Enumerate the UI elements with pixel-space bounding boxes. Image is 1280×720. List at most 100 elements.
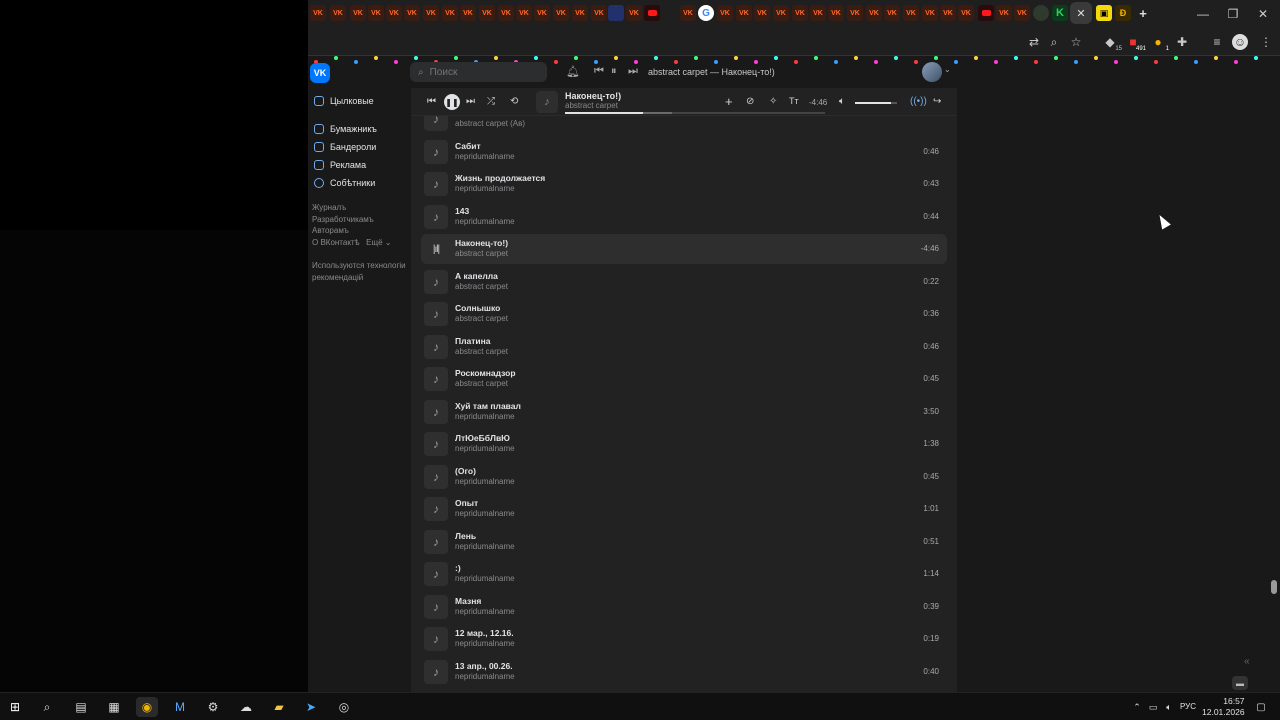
tab-vk[interactable]: VK [591,5,607,21]
extension-icon[interactable]: ◆ 15 [1102,34,1122,52]
tab-vk[interactable]: VK [626,5,642,21]
tab-youtube[interactable] [978,5,994,21]
tab-vk[interactable]: VK [1014,5,1030,21]
minimize-icon[interactable]: — [1188,4,1218,24]
track-title[interactable]: Солнышко [455,303,500,313]
progress-bar[interactable] [565,112,825,114]
track-row[interactable]: ♪ 12 мар., 12.16. nepridumalname 0:19 [421,624,947,654]
track-artist[interactable]: nepridumalname [455,184,515,193]
track-artist[interactable]: nepridumalname [455,217,515,226]
tab-grid[interactable] [608,5,624,21]
puzzle-icon[interactable]: ✚ [1174,34,1190,50]
track-artist[interactable]: abstract carpet (Ав) [455,119,525,128]
sparkle-icon[interactable]: ✧ [769,96,777,107]
track-title[interactable]: 13 апр., 00.26. [455,661,513,671]
window-close-icon[interactable]: ✕ [1248,4,1278,24]
pause-button[interactable]: ❚❚ [444,94,460,110]
tab-orange[interactable]: Ð [1115,5,1131,21]
track-artist[interactable]: nepridumalname [455,542,515,551]
track-artist[interactable]: nepridumalname [455,672,515,681]
track-title[interactable]: Сабит [455,141,481,151]
volume-slider[interactable] [855,102,897,104]
notification-icon[interactable]: ▢ [1250,697,1272,717]
music-note-icon[interactable]: ♪ [424,562,448,586]
tab-youtube[interactable] [644,5,660,21]
track-title[interactable]: Мазня [455,596,481,606]
track-artist[interactable]: abstract carpet [455,314,508,323]
music-note-icon[interactable]: ♪ [424,269,448,294]
plus-icon[interactable]: + [1135,5,1151,21]
music-note-icon[interactable]: ♪ [424,204,448,229]
about-link[interactable]: О ВКонтактѣ [312,238,360,247]
track-artist[interactable]: nepridumalname [455,509,515,518]
track-row[interactable]: ♪:) nepridumalname 1:14 [421,559,947,589]
track-title[interactable]: Опыт [455,498,478,508]
previous-icon[interactable]: ⏮︎ [427,96,436,107]
translate-icon[interactable]: ⇄ [1026,34,1042,50]
tab-google[interactable]: G [698,5,714,21]
track-row[interactable]: ♪ 143 nepridumalname 0:44 [421,202,947,232]
tab-vk[interactable]: VK [553,5,569,21]
track-title[interactable]: А капелла [455,271,498,281]
clock[interactable]: 16:57 12.01.2026 [1202,696,1245,718]
track-artist[interactable]: nepridumalname [455,574,515,583]
vk-logo[interactable]: VK [310,63,330,83]
tab-globe[interactable] [1033,5,1049,21]
current-track-artist[interactable]: abstract carpet [565,101,618,110]
track-title[interactable]: Хуй там плавал [455,401,521,411]
extension-icon[interactable]: ● 1 [1150,34,1169,52]
tab-vk[interactable]: VK [940,5,956,21]
tab-vk[interactable]: VK [996,5,1012,21]
track-title[interactable]: Наконец-то!) [455,238,508,248]
track-title[interactable]: ЛтЮеБбЛвЮ [455,433,510,443]
collapse-icon[interactable]: « [1244,656,1250,667]
footer-link[interactable]: Авторамъ [308,225,408,237]
footer-link[interactable]: Журналъ [308,202,408,214]
app-icon[interactable]: ◎ [333,697,355,717]
app-icon[interactable]: M [169,697,191,717]
task-view-icon[interactable]: ▤ [70,697,92,717]
sidebar-item-ads[interactable]: Реклама [308,156,408,174]
profile-icon[interactable]: ☺ [1232,34,1248,50]
telegram-icon[interactable]: ➤ [300,697,322,717]
track-title[interactable]: :) [455,563,461,573]
track-title[interactable]: Лень [455,531,476,541]
music-note-icon[interactable]: ♪ [424,116,448,131]
tab-vk[interactable]: VK [572,5,588,21]
music-note-icon[interactable]: ♪ [424,172,448,196]
bell-icon[interactable]: 🔔︎ [566,65,580,78]
track-title[interactable]: Роскомнадзор [455,368,516,378]
music-note-icon[interactable]: ♪ [424,139,448,164]
tab-vk[interactable]: VK [350,5,366,21]
music-note-icon[interactable]: ♪ [424,497,448,521]
music-note-icon[interactable]: ♪ [424,432,448,456]
start-icon[interactable]: ⊞ [4,697,26,717]
star-icon[interactable]: ☆ [1068,34,1084,50]
tab-kick[interactable]: K [1052,5,1068,21]
track-row[interactable]: ♪ Мазня nepridumalname 0:39 [421,592,947,622]
search-box[interactable]: ⌕ [410,62,547,82]
track-row[interactable]: ♪ Роскомнадзор abstract carpet 0:45 [421,364,947,394]
track-artist[interactable]: nepridumalname [455,477,515,486]
tab-vk[interactable]: VK [368,5,384,21]
tab-vk[interactable]: VK [866,5,882,21]
language-indicator[interactable]: РУС [1180,702,1196,711]
tab-vk[interactable]: VK [423,5,439,21]
footer-link[interactable]: Разработчикамъ [308,214,408,226]
shuffle-icon[interactable]: ⤮ [487,96,495,107]
tab-vk[interactable]: VK [680,5,696,21]
tab-vk[interactable]: VK [386,5,402,21]
track-row[interactable]: ♪ Лень nepridumalname 0:51 [421,527,947,557]
dislike-icon[interactable]: ⊘ [746,96,754,107]
track-row[interactable]: ♪ Опыт nepridumalname 1:01 [421,494,947,524]
track-row[interactable]: ♪ Сабит nepridumalname 0:46 [421,137,947,167]
add-icon[interactable]: + [725,94,733,109]
tab-vk[interactable]: VK [717,5,733,21]
track-row[interactable]: ♪ abstract carpet (Ав) [421,116,947,134]
track-title[interactable]: (Ого) [455,466,476,476]
calculator-icon[interactable]: ▦ [103,697,125,717]
app-icon[interactable]: ☁ [235,697,257,717]
music-note-icon[interactable]: ♪ [424,659,448,684]
tab-vk[interactable]: VK [754,5,770,21]
track-title[interactable]: 12 мар., 12.16. [455,628,514,638]
